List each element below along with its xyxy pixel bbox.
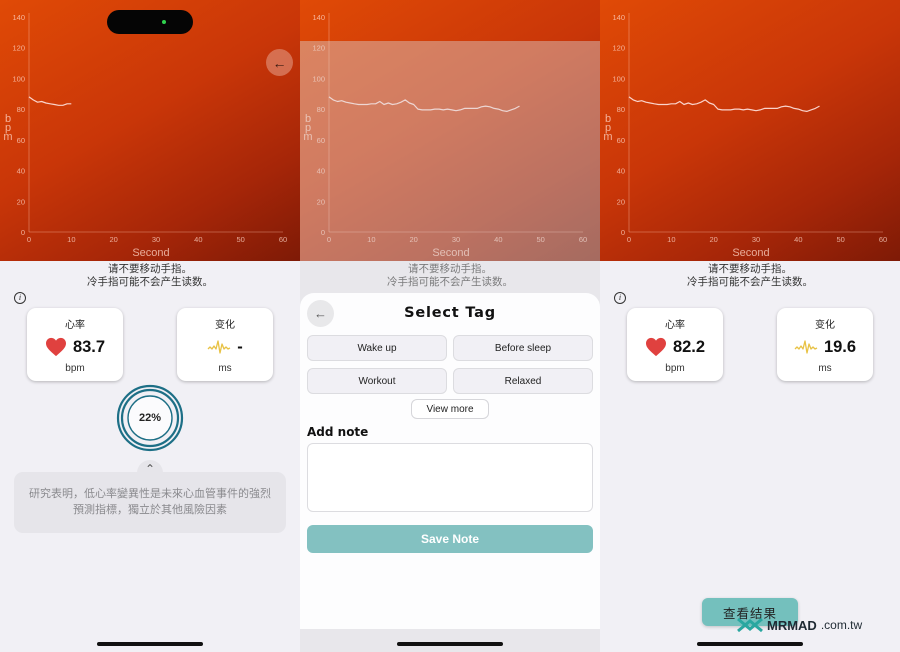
heart-rate-unit: bpm (65, 363, 85, 374)
y-tick-label: 20 (617, 197, 625, 206)
x-tick-label: 60 (279, 235, 287, 244)
y-tick-label: 0 (21, 228, 25, 237)
variability-unit: ms (818, 363, 832, 374)
back-button[interactable]: ← (266, 49, 293, 76)
progress-label: 22% (138, 412, 162, 424)
y-tick-label: 40 (617, 167, 625, 176)
y-axis-label: bpm (3, 113, 12, 143)
info-icon[interactable]: i (614, 292, 626, 304)
watermark-domain: .com.tw (820, 618, 863, 632)
x-tick-label: 10 (67, 235, 75, 244)
hint-line-1: 请不要移动手指。 (108, 263, 192, 275)
y-tick-label: 120 (12, 44, 25, 53)
save-note-button[interactable]: Save Note (307, 525, 593, 553)
variability-title: 变化 (215, 320, 235, 331)
x-tick-label: 40 (194, 235, 202, 244)
y-tick-label: 60 (17, 136, 25, 145)
heart-rate-title: 心率 (65, 320, 85, 331)
heart-rate-unit: bpm (665, 363, 685, 374)
x-tick-label: 10 (667, 235, 675, 244)
heart-rate-card: 心率 82.2 bpm (627, 308, 723, 381)
mrmad-logo-icon (737, 617, 763, 633)
x-tick-label: 0 (27, 235, 31, 244)
y-tick-label: 80 (617, 105, 625, 114)
watermark: MRMAD .com.tw (737, 617, 862, 633)
x-tick-label: 20 (709, 235, 717, 244)
chart-svg: 0 20 40 60 80 100 120 140 0 10 20 30 40 50 60 Second b p m (603, 13, 887, 259)
variability-card: 变化 19.6 ms (777, 308, 873, 381)
home-indicator[interactable] (97, 642, 203, 646)
x-tick-label: 50 (836, 235, 844, 244)
variability-title: 变化 (815, 320, 835, 331)
y-tick-label: 140 (12, 13, 25, 22)
screen-measuring: 0 20 40 60 80 100 120 140 0 10 20 30 40 50 60 Second b p m… (0, 0, 300, 652)
heart-icon (45, 337, 66, 357)
heart-rate-value: 83.7 (72, 337, 106, 356)
screens: 0 20 40 60 80 100 120 140 0 10 20 30 40 50 60 Second b p m… (0, 0, 900, 652)
finger-hint: 请不要移动手指。 冷手指可能不会产生读数。 (0, 263, 300, 289)
heart-rate-chart: 0 20 40 60 80 100 120 140 0 10 20 30 40 50 60 Second b p m (600, 0, 900, 261)
variability-value: - (237, 337, 243, 356)
measurement-progress: 22% (116, 384, 184, 452)
y-tick-label: 100 (12, 74, 25, 83)
pulse-wave-icon (207, 340, 231, 354)
x-tick-label: 0 (627, 235, 631, 244)
y-axis-label: bpm (603, 113, 612, 143)
view-more-button[interactable]: View more (411, 399, 489, 419)
screen-select-tag: 0 20 40 60 80 100 120 140 0 10 20 30 40 50 60 Second b p m… (300, 0, 600, 652)
home-indicator[interactable] (397, 642, 503, 646)
heart-icon (645, 337, 666, 357)
x-tick-label: 20 (109, 235, 117, 244)
x-tick-label: 60 (879, 235, 887, 244)
camera-indicator-icon (162, 20, 166, 24)
sheet-title: Select Tag (404, 305, 496, 321)
x-tick-label: 40 (794, 235, 802, 244)
heart-rate-line (628, 96, 820, 113)
fact-box: 研究表明，低心率變異性是未來心血管事件的強烈預測指標，獨立於其他風險因素 (14, 472, 286, 533)
tag-relaxed[interactable]: Relaxed (453, 368, 593, 394)
arrow-left-icon: ← (272, 54, 287, 71)
y-tick-label: 0 (621, 228, 625, 237)
y-tick-label: 60 (617, 136, 625, 145)
y-tick-label: 40 (17, 167, 25, 176)
tag-before-sleep[interactable]: Before sleep (453, 335, 593, 361)
heart-rate-title: 心率 (665, 320, 685, 331)
fact-text: 研究表明，低心率變異性是未來心血管事件的強烈預測指標，獨立於其他風險因素 (29, 487, 271, 516)
variability-value: 19.6 (823, 337, 857, 356)
heart-rate-card: 心率 83.7 bpm (27, 308, 123, 381)
hint-line-2: 冷手指可能不会产生读数。 (87, 276, 213, 288)
y-tick-label: 140 (312, 13, 325, 22)
x-tick-label: 30 (152, 235, 160, 244)
watermark-brand: MRMAD (767, 617, 817, 633)
heart-rate-value: 82.2 (672, 337, 706, 356)
finger-hint: 请不要移动手指。 冷手指可能不会产生读数。 (600, 263, 900, 289)
home-indicator[interactable] (697, 642, 803, 646)
hint-line-1: 请不要移动手指。 (708, 263, 792, 275)
y-tick-label: 20 (17, 197, 25, 206)
y-tick-label: 100 (612, 74, 625, 83)
variability-unit: ms (218, 363, 232, 374)
hint-line-2: 冷手指可能不会产生读数。 (687, 276, 813, 288)
pulse-wave-icon (794, 340, 818, 354)
x-tick-label: 50 (236, 235, 244, 244)
heart-rate-line (28, 96, 72, 106)
y-tick-label: 80 (17, 105, 25, 114)
add-note-label: Add note (307, 425, 369, 439)
screen-result: 0 20 40 60 80 100 120 140 0 10 20 30 40 50 60 Second b p m… (600, 0, 900, 652)
heart-rate-chart: 0 20 40 60 80 100 120 140 0 10 20 30 40 50 60 Second b p m… (0, 0, 300, 261)
y-tick-label: 120 (612, 44, 625, 53)
note-input[interactable] (307, 443, 593, 512)
dynamic-island (107, 10, 193, 34)
select-tag-sheet: ← Select Tag Wake up Before sleep Workou… (300, 293, 600, 629)
info-icon[interactable]: i (14, 292, 26, 304)
x-axis-label: Second (132, 247, 169, 259)
variability-card: 变化 - ms (177, 308, 273, 381)
tag-workout[interactable]: Workout (307, 368, 447, 394)
x-axis-label: Second (732, 247, 769, 259)
x-tick-label: 30 (752, 235, 760, 244)
tag-wake-up[interactable]: Wake up (307, 335, 447, 361)
y-tick-label: 140 (612, 13, 625, 22)
chart-svg: 0 20 40 60 80 100 120 140 0 10 20 30 40 50 60 Second b p m (3, 13, 287, 259)
